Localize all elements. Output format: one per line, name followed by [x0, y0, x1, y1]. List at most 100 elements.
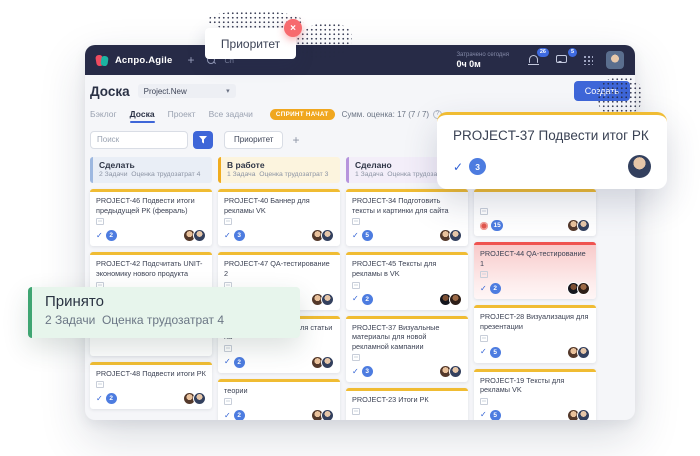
filter-button[interactable]: [193, 131, 213, 149]
estimate-badge: 3: [469, 158, 486, 175]
avatar[interactable]: [449, 229, 462, 242]
avatar[interactable]: [193, 392, 206, 405]
column-title: В работе: [227, 160, 334, 170]
column-header[interactable]: Сделать2 Задачи Оценка трудозатрат 4: [90, 157, 212, 183]
check-icon: ✓: [480, 348, 487, 356]
search-input[interactable]: [90, 131, 188, 149]
description-icon: [224, 218, 232, 225]
description-icon: [96, 218, 104, 225]
kanban-card[interactable]: PROJECT-23 Итоги РК✓5: [346, 388, 468, 420]
header-right: Затрачено сегодня 0ч 0м 26 5: [456, 51, 624, 69]
board-column: 15PROJECT-44 QA-тестирование 1✓2PROJECT-…: [474, 157, 596, 420]
notifications-button[interactable]: 26: [528, 54, 541, 66]
description-icon: [352, 282, 360, 289]
task-preview-popup[interactable]: PROJECT-37 Подвести итог РК ✓ 3: [437, 112, 667, 189]
card-title: PROJECT-23 Итоги РК: [352, 395, 462, 405]
deadline-icon: [480, 222, 488, 230]
kanban-card[interactable]: теории ✓2: [218, 379, 340, 420]
kanban-card[interactable]: PROJECT-40 Баннер для рекламы VK✓3: [218, 189, 340, 246]
avatar[interactable]: [577, 282, 590, 295]
kanban-card[interactable]: PROJECT-34 Подготовить тексты и картинки…: [346, 189, 468, 246]
tab-2[interactable]: Доска: [130, 109, 155, 119]
card-meta: ✓2: [480, 282, 590, 295]
estimate-badge: 2: [234, 357, 245, 368]
check-icon: ✓: [96, 232, 103, 240]
card-title: PROJECT-34 Подготовить тексты и картинки…: [352, 196, 462, 215]
accepted-status-popup: Принято 2 Задачи Оценка трудозатрат 4: [28, 287, 300, 338]
avatar[interactable]: [449, 419, 462, 420]
avatar[interactable]: [577, 219, 590, 232]
sprint-status-badge: СПРИНТ НАЧАТ: [270, 109, 335, 120]
add-icon[interactable]: +: [187, 54, 194, 66]
estimate-badge: 2: [490, 283, 501, 294]
check-icon: ✓: [480, 285, 487, 293]
check-icon: ✓: [224, 358, 231, 366]
kanban-card[interactable]: PROJECT-28 Визуализация для презентации✓…: [474, 305, 596, 362]
app-window: Аспро.Agile + Сп Затрачено сегодня 0ч 0м…: [85, 45, 635, 420]
tab-1[interactable]: Бэклог: [90, 109, 117, 119]
card-title: PROJECT-44 QA-тестирование 1: [480, 249, 590, 268]
avatar[interactable]: [321, 356, 334, 369]
add-filter-button[interactable]: +: [292, 134, 299, 146]
notifications-count-badge: 26: [537, 48, 549, 57]
column-meta: 2 Задачи Оценка трудозатрат 4: [99, 171, 206, 178]
chevron-down-icon: ▾: [226, 88, 230, 95]
avatar[interactable]: [321, 409, 334, 420]
check-icon: ✓: [480, 411, 487, 419]
card-title: PROJECT-47 QA-тестирование 2: [224, 259, 334, 278]
time-tracker-value: 0ч 0м: [456, 59, 509, 69]
messages-count-badge: 5: [568, 48, 577, 57]
card-list: PROJECT-34 Подготовить тексты и картинки…: [346, 189, 468, 420]
filter-chip-priority[interactable]: Приоритет: [224, 131, 283, 149]
avatar: [628, 155, 651, 178]
check-icon: ✓: [352, 232, 359, 240]
description-icon: [480, 335, 488, 342]
kanban-card[interactable]: PROJECT-46 Подвести итоги предыдущей РК …: [90, 189, 212, 246]
column-title: Сделать: [99, 160, 206, 170]
apps-grid-icon[interactable]: [583, 55, 593, 65]
card-meta: ✓5: [480, 409, 590, 420]
check-icon: ✓: [96, 395, 103, 403]
brand-name: Аспро.Agile: [115, 55, 172, 66]
avatar[interactable]: [449, 293, 462, 306]
description-icon: [480, 398, 488, 405]
estimate-badge: 5: [490, 347, 501, 358]
tab-4[interactable]: Все задачи: [209, 109, 253, 119]
kanban-card[interactable]: PROJECT-48 Подвести итоги РК✓2: [90, 362, 212, 410]
messages-button[interactable]: 5: [556, 54, 569, 66]
avatar[interactable]: [193, 229, 206, 242]
project-select[interactable]: Project.New ▾: [138, 84, 236, 98]
card-title: теории: [224, 386, 334, 396]
column-header[interactable]: В работе1 Задача Оценка трудозатрат 3: [218, 157, 340, 183]
user-avatar[interactable]: [606, 51, 624, 69]
avatar[interactable]: [577, 409, 590, 420]
kanban-card[interactable]: PROJECT-45 Тексты для рекламы в VK✓2: [346, 252, 468, 309]
avatar[interactable]: [449, 365, 462, 378]
avatar[interactable]: [577, 346, 590, 359]
estimate-badge: 2: [106, 230, 117, 241]
estimate-badge: 2: [362, 294, 373, 305]
funnel-icon: [199, 136, 207, 144]
card-meta: ✓2: [224, 356, 334, 369]
card-title: PROJECT-40 Баннер для рекламы VK: [224, 196, 334, 215]
check-icon: ✓: [352, 295, 359, 303]
card-meta: ✓2: [224, 409, 334, 420]
estimate-summary: Сумм. оценка: 17 (7 / 7): [342, 110, 430, 119]
close-icon[interactable]: ×: [284, 19, 302, 37]
time-tracker[interactable]: Затрачено сегодня 0ч 0м: [456, 52, 509, 69]
avatar[interactable]: [321, 293, 334, 306]
avatar[interactable]: [321, 229, 334, 242]
description-icon: [480, 208, 488, 215]
kanban-card[interactable]: PROJECT-44 QA-тестирование 1 ✓2: [474, 242, 596, 299]
tab-3[interactable]: Проект: [168, 109, 196, 119]
kanban-card[interactable]: PROJECT-37 Визуальные материалы для ново…: [346, 316, 468, 383]
project-select-value: Project.New: [144, 87, 187, 96]
card-meta: ✓2: [352, 293, 462, 306]
description-icon: [480, 271, 488, 278]
page-title: Доска: [90, 84, 130, 99]
bell-icon: [529, 55, 538, 63]
card-title: PROJECT-48 Подвести итоги РК: [96, 369, 206, 379]
kanban-card[interactable]: 15: [474, 189, 596, 236]
check-icon: ✓: [352, 368, 359, 376]
kanban-card[interactable]: PROJECT-19 Тексты для рекламы VK✓5: [474, 369, 596, 421]
